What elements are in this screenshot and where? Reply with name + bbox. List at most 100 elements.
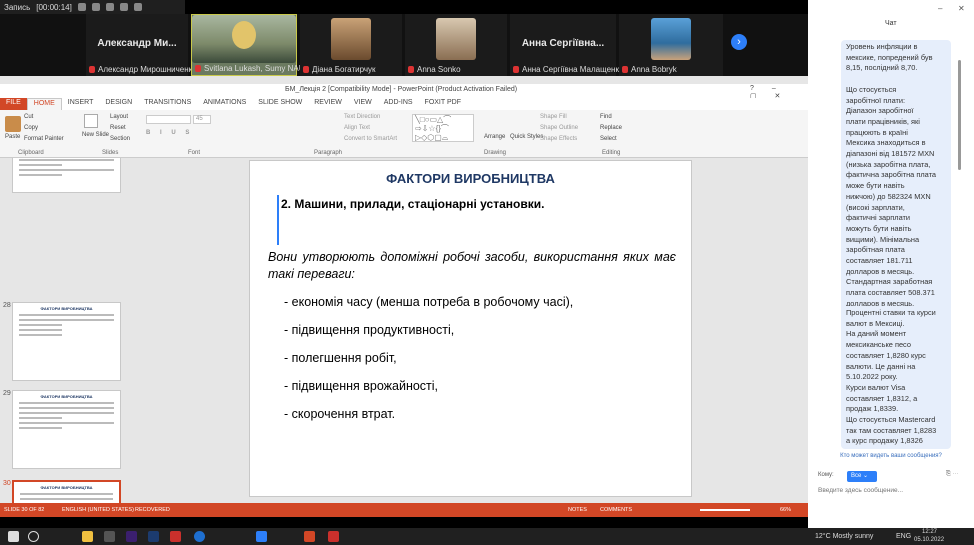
mic-off-icon	[513, 66, 519, 73]
slide-thumbnail[interactable]: ФАКТОРИ ВИРОБНИЦТВА	[12, 390, 121, 469]
font-size-box[interactable]: 45	[193, 115, 211, 124]
section-button[interactable]: Section	[110, 136, 130, 142]
taskbar: 12°C Mostly sunny ENG 12:27 05.10.2022	[0, 528, 974, 545]
tab-insert[interactable]: INSERT	[62, 98, 100, 110]
slide-thumbnail[interactable]: ФАКТОРИ ВИРОБНИЦТВА	[12, 302, 121, 381]
status-bar: SLIDE 30 OF 82 ENGLISH (UNITED STATES) R…	[0, 503, 808, 517]
next-participants-button[interactable]: ›	[731, 34, 747, 50]
tab-file[interactable]: FILE	[0, 98, 27, 110]
tab-transitions[interactable]: TRANSITIONS	[138, 98, 197, 110]
attach-icon[interactable]: ⎘ ⋯	[946, 471, 958, 478]
tab-review[interactable]: REVIEW	[308, 98, 348, 110]
tab-view[interactable]: VIEW	[348, 98, 378, 110]
comments-button[interactable]: COMMENTS	[600, 507, 632, 513]
shapes-gallery[interactable]: ╲□○▭△⌒ ⇨⇩☆{}⌒ ▷◇⬡▢⌓	[412, 114, 474, 142]
photoshop-icon[interactable]	[148, 531, 159, 542]
tab-animations[interactable]: ANIMATIONS	[197, 98, 252, 110]
camera-icon[interactable]	[105, 3, 114, 11]
find-button[interactable]: Find	[600, 114, 612, 120]
chat-title: Чат	[885, 20, 897, 27]
slide-number: 30	[3, 480, 11, 487]
new-slide-icon[interactable]	[84, 114, 98, 128]
clock-date[interactable]: 05.10.2022	[914, 537, 944, 543]
tab-foxit-pdf[interactable]: FOXIT PDF	[419, 98, 467, 110]
slide-bullet[interactable]: - підвищення продуктивності,	[284, 323, 454, 337]
slide-intro-text[interactable]: Вони утворюють допоміжні робочі засоби, …	[268, 249, 676, 283]
zoom-level[interactable]: 66%	[780, 507, 791, 513]
select-button[interactable]: Select	[600, 136, 617, 142]
slide-title[interactable]: ФАКТОРИ ВИРОБНИЦТВА	[250, 171, 691, 186]
participant-tile[interactable]: Анна Сергіївна... Анна Сергіївна Малащен…	[510, 14, 624, 76]
tab-add-ins[interactable]: ADD-INS	[378, 98, 419, 110]
participant-tile[interactable]: Anna Sonko	[405, 14, 507, 76]
close-icon[interactable]: ✕	[958, 4, 965, 13]
ribbon-tabs: FILE HOME INSERT DESIGN TRANSITIONS ANIM…	[0, 98, 808, 110]
paste-button[interactable]: Paste	[5, 134, 20, 140]
shape-outline-button[interactable]: Shape Outline	[540, 125, 578, 131]
shape-fill-button[interactable]: Shape Fill	[540, 114, 567, 120]
zoom-icon[interactable]	[256, 531, 267, 542]
slide-bullet[interactable]: - скорочення втрат.	[284, 407, 395, 421]
slide-canvas[interactable]: ФАКТОРИ ВИРОБНИЦТВА 2. Машини, прилади, …	[249, 160, 692, 497]
slide-bullet[interactable]: - економія часу (менша потреба в робочом…	[284, 295, 573, 309]
participant-tile[interactable]: Александр Ми... Александр Мирошниченко	[86, 14, 197, 76]
thumbnail-title: ФАКТОРИ ВИРОБНИЦТВА	[40, 306, 93, 311]
recipient-select[interactable]: Все ⌄	[847, 471, 877, 482]
participant-tile[interactable]: Діана Богатирчук	[300, 14, 402, 76]
search-icon[interactable]	[28, 531, 39, 542]
file-explorer-icon[interactable]	[82, 531, 93, 542]
new-slide-button[interactable]: New Slide	[82, 132, 109, 138]
app-icon[interactable]	[104, 531, 115, 542]
quick-styles-button[interactable]: Quick Styles	[510, 134, 543, 140]
zoom-slider[interactable]	[700, 509, 750, 511]
weather-widget[interactable]: 12°C Mostly sunny	[815, 533, 873, 540]
tab-design[interactable]: DESIGN	[99, 98, 138, 110]
minimize-icon[interactable]: –	[938, 4, 942, 13]
clock-time[interactable]: 12:27	[922, 529, 937, 535]
slide-subtitle[interactable]: 2. Машини, прилади, стаціонарні установк…	[281, 197, 544, 211]
participant-label: Діана Богатирчук	[312, 65, 376, 74]
arrange-button[interactable]: Arrange	[484, 134, 505, 140]
slide-thumbnail[interactable]	[12, 158, 121, 193]
reset-button[interactable]: Reset	[110, 125, 126, 131]
windows-start-icon[interactable]	[8, 531, 19, 542]
participant-tile[interactable]: Anna Bobryk	[619, 14, 723, 76]
powerpoint-icon[interactable]	[304, 531, 315, 542]
group-label: Clipboard	[18, 150, 44, 156]
tab-slide-show[interactable]: SLIDE SHOW	[252, 98, 308, 110]
after-effects-icon[interactable]	[126, 531, 137, 542]
app-icon[interactable]	[170, 531, 181, 542]
convert-smartart-button[interactable]: Convert to SmartArt	[344, 136, 397, 142]
recorder-icon[interactable]	[328, 531, 339, 542]
text-direction-button[interactable]: Text Direction	[344, 114, 380, 120]
settings-icon[interactable]	[119, 3, 128, 11]
cut-button[interactable]: Cut	[24, 114, 33, 120]
layout-button[interactable]: Layout	[110, 114, 128, 120]
pause-icon[interactable]	[77, 3, 86, 11]
copy-button[interactable]: Copy	[24, 125, 38, 131]
shape-effects-button[interactable]: Shape Effects	[540, 136, 577, 142]
privacy-link[interactable]: Кто может видеть ваши сообщения?	[808, 453, 974, 459]
paste-icon[interactable]	[5, 116, 21, 132]
font-format-icons[interactable]: B I U S	[146, 130, 193, 136]
replace-button[interactable]: Replace	[600, 125, 622, 131]
participant-name: Александр Ми...	[97, 38, 177, 49]
close-icon[interactable]	[133, 3, 142, 11]
slide-bullet[interactable]: - підвищення врожайності,	[284, 379, 438, 393]
participant-tile-active[interactable]: Svitlana Lukash, Sumy NAU	[191, 14, 305, 76]
browser-icon[interactable]	[194, 531, 205, 542]
language-indicator[interactable]: ENG	[896, 533, 911, 540]
stop-icon[interactable]	[91, 3, 100, 11]
font-name-box[interactable]	[146, 115, 191, 124]
align-text-button[interactable]: Align Text	[344, 125, 370, 131]
slide-thumbnail-selected[interactable]: ФАКТОРИ ВИРОБНИЦТВА	[12, 480, 121, 503]
avatar	[331, 18, 371, 60]
chat-scrollbar[interactable]	[958, 60, 961, 170]
format-painter-button[interactable]: Format Painter	[24, 136, 64, 142]
slide-counter: SLIDE 30 OF 82	[4, 507, 45, 513]
slide-bullet[interactable]: - полегшення робіт,	[284, 351, 397, 365]
tab-home[interactable]: HOME	[26, 98, 62, 110]
language-status[interactable]: ENGLISH (UNITED STATES)	[62, 507, 134, 513]
notes-button[interactable]: NOTES	[568, 507, 587, 513]
chat-message-input[interactable]	[818, 487, 958, 494]
